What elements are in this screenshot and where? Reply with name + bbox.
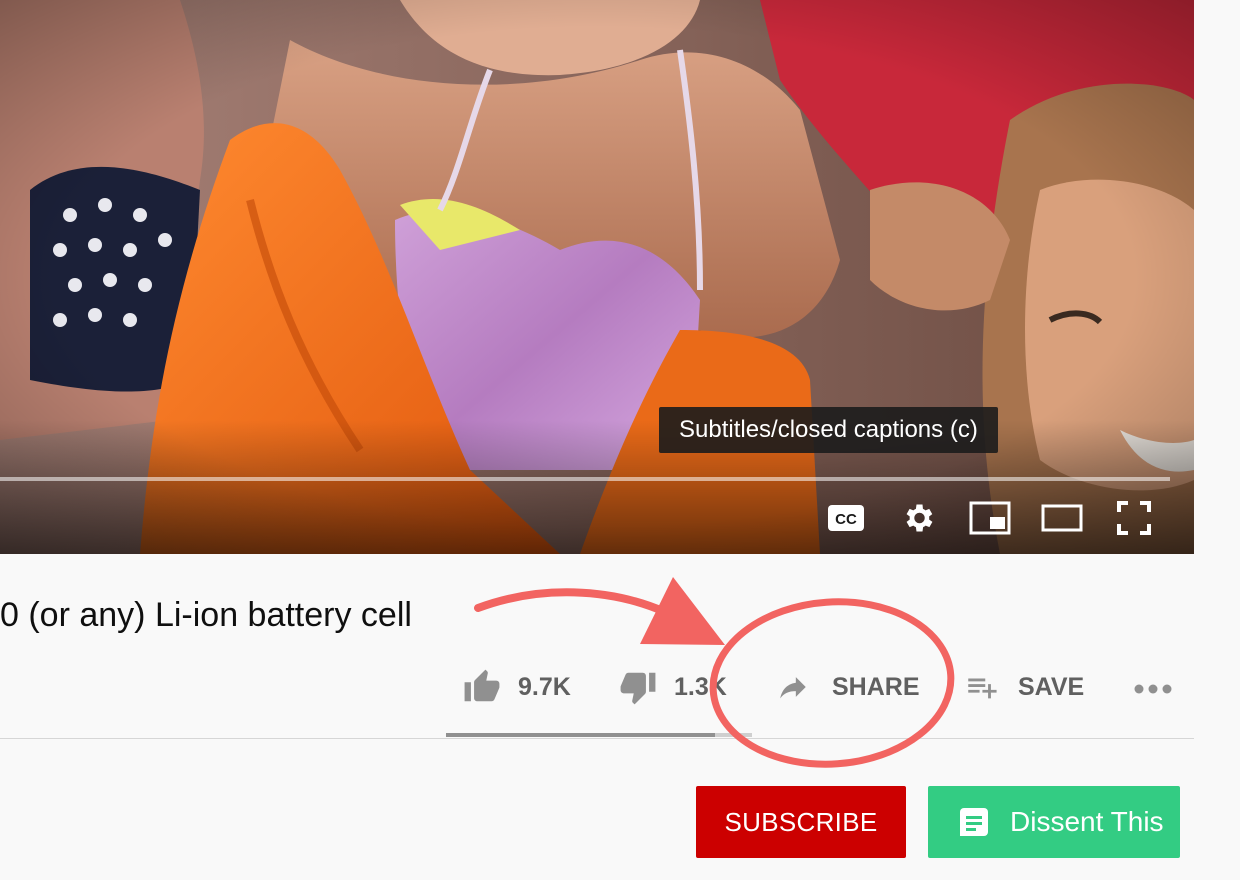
tooltip: Subtitles/closed captions (c): [659, 407, 998, 453]
more-dots-icon: [1134, 684, 1172, 694]
share-arrow-icon: [780, 677, 806, 699]
subscribe-button[interactable]: SUBSCRIBE: [696, 786, 906, 858]
more-actions-button[interactable]: [1132, 664, 1174, 710]
thumbs-up-icon: [464, 669, 500, 702]
thumbs-down-icon: [620, 672, 656, 705]
dissent-this-button[interactable]: Dissent This: [928, 786, 1180, 858]
svg-text:CC: CC: [835, 511, 857, 528]
settings-button[interactable]: [894, 496, 942, 540]
dissent-label: Dissent This: [1010, 806, 1164, 837]
divider: [0, 738, 1194, 739]
video-frame: [0, 0, 1194, 554]
save-button[interactable]: SAVE: [962, 664, 1084, 710]
subtitles-button[interactable]: CC: [822, 496, 870, 540]
like-count: 9.7K: [518, 672, 571, 701]
progress-bar[interactable]: [0, 477, 1170, 481]
gear-icon: [906, 504, 933, 532]
dislike-button[interactable]: 1.3K: [618, 664, 727, 710]
dislike-portion: [715, 733, 752, 737]
miniplayer-button[interactable]: [966, 496, 1014, 540]
video-player[interactable]: CC Subtitles/closed captions (c): [0, 0, 1194, 554]
theater-mode-button[interactable]: [1038, 496, 1086, 540]
dislike-count: 1.3K: [674, 672, 727, 701]
share-button[interactable]: SHARE: [774, 664, 920, 710]
save-label: SAVE: [1018, 672, 1085, 701]
fullscreen-button[interactable]: [1110, 496, 1158, 540]
playlist-add-icon: [968, 678, 997, 699]
comment-icon: [960, 808, 988, 836]
like-button[interactable]: 9.7K: [462, 664, 571, 710]
fullscreen-icon: [1117, 501, 1151, 535]
video-title: 0 (or any) Li-ion battery cell: [0, 596, 412, 634]
like-dislike-ratio-bar: [446, 733, 752, 737]
annotation-arrow-head: [640, 577, 725, 645]
annotation-arrow-shaft: [474, 588, 669, 616]
theater-icon: [1041, 504, 1083, 532]
miniplayer-icon: [969, 501, 1011, 535]
share-label: SHARE: [832, 672, 920, 701]
cc-icon: CC: [828, 505, 864, 531]
